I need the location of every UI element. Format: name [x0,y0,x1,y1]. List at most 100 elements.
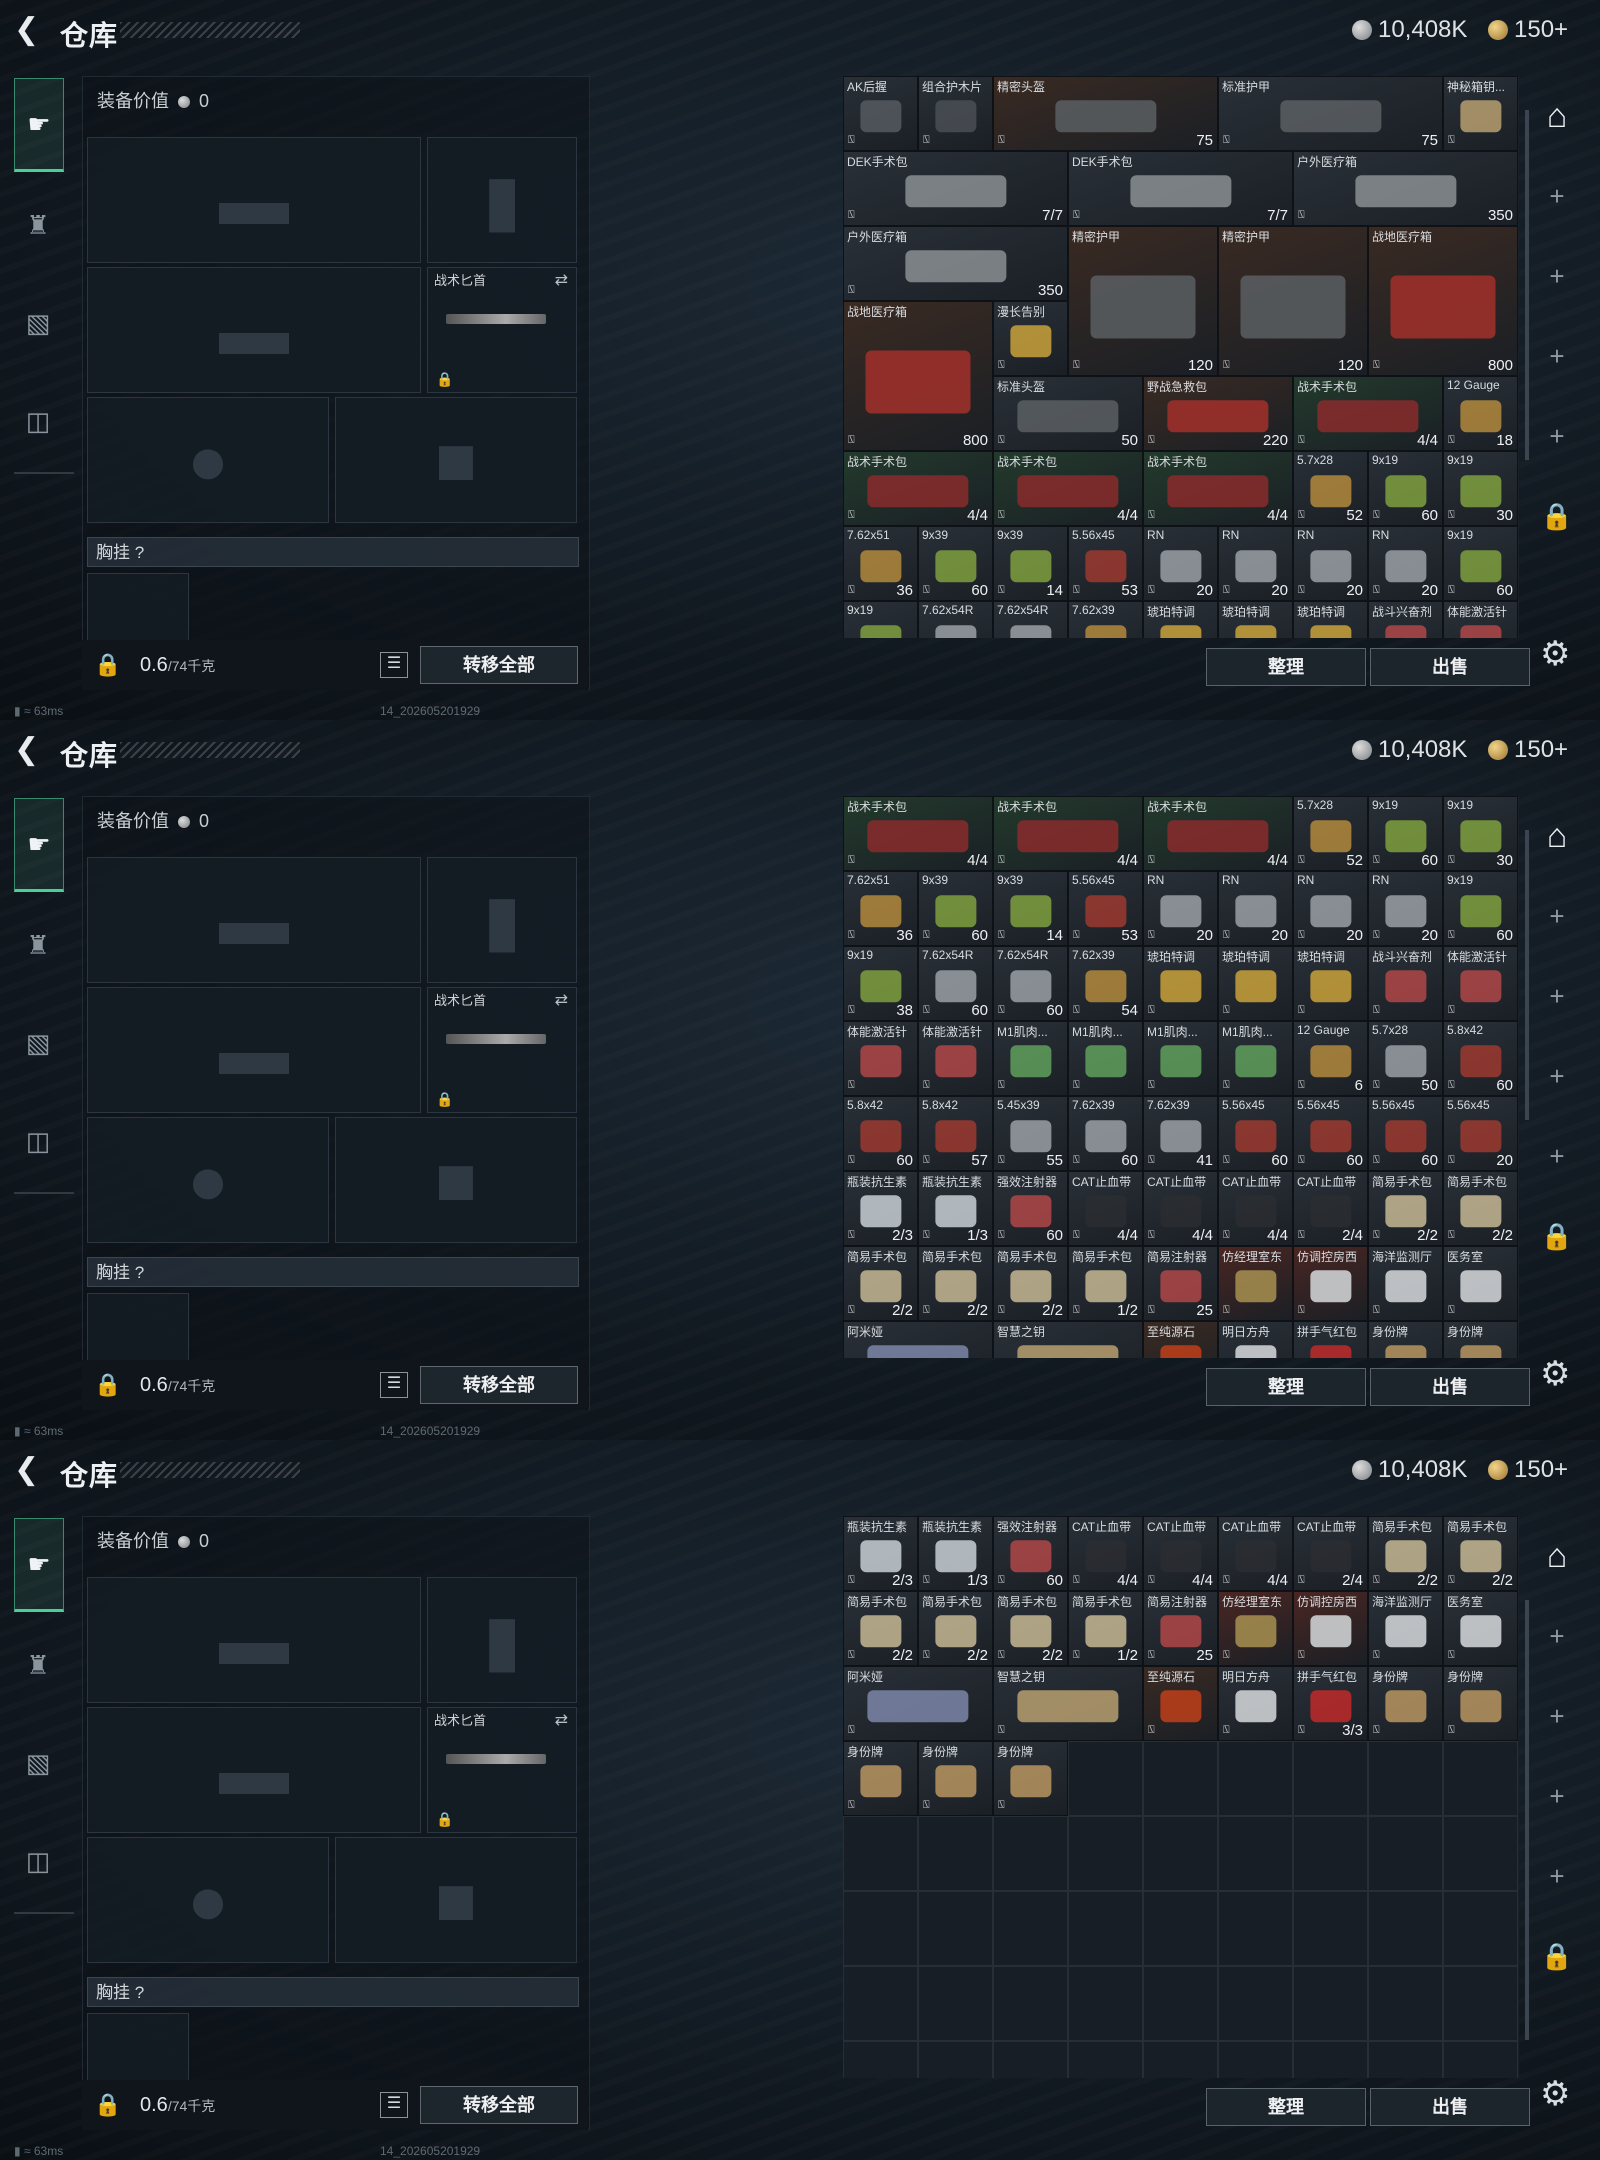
empty-slot[interactable] [918,1966,993,2041]
inventory-item[interactable]: 琥珀特调 ⍂ [1143,946,1218,1021]
inventory-item[interactable]: 拼手气红包 ⍂ 3/3 [1293,1666,1368,1741]
transfer-all-button[interactable]: 转移全部 [420,2086,578,2124]
warehouse-home-icon[interactable]: ⌂ [1535,1516,1579,1596]
inventory-item[interactable]: 简易手术包 ⍂ 1/2 [1068,1246,1143,1321]
vest-tab-icon[interactable]: ▧ [14,278,62,368]
list-icon[interactable]: ☰ [380,1372,408,1398]
inventory-item[interactable]: 瓶装抗生素 ⍂ 2/3 [843,1516,918,1591]
empty-slot[interactable] [843,1891,918,1966]
inventory-item[interactable]: 体能激活针⍂ [918,1021,993,1096]
lock-icon[interactable]: 🔒 [94,2092,121,2118]
inventory-item[interactable]: 医务室 ⍂ [1443,1246,1518,1321]
inventory-item[interactable]: 5.56x45 ⍂ 60 [1368,1096,1443,1171]
inventory-item[interactable]: 5.56x45 ⍂ 60 [1218,1096,1293,1171]
inventory-item[interactable]: AK后握 ⍂ [843,76,918,151]
transfer-all-button[interactable]: 转移全部 [420,1366,578,1404]
inventory-item[interactable]: 身份牌⍂ [1443,1666,1518,1741]
inventory-item[interactable]: DEK手术包 ⍂ 7/7 [1068,151,1293,226]
inventory-item[interactable]: 7.62x54R⍂ [993,601,1068,638]
chest-rig-slot[interactable] [87,2013,189,2085]
armor-tab-icon[interactable]: ♜ [14,1620,62,1710]
empty-slot[interactable] [1068,2041,1143,2078]
chest-rig-slot[interactable] [87,1293,189,1365]
empty-slot[interactable] [993,1966,1068,2041]
inventory-item[interactable]: 身份牌⍂ [1368,1321,1443,1358]
backpack-tab-icon[interactable]: ◫ [14,1096,62,1186]
empty-slot[interactable] [1218,1741,1293,1816]
sell-button[interactable]: 出售 [1370,648,1530,686]
inventory-item[interactable]: 7.62x54R⍂ [918,601,993,638]
weapon-tab-icon[interactable]: ☛ [14,1518,64,1612]
empty-slot[interactable] [1143,1891,1218,1966]
sell-button[interactable]: 出售 [1370,2088,1530,2126]
empty-slot[interactable] [1293,1816,1368,1891]
empty-slot[interactable] [918,1891,993,1966]
inventory-item[interactable]: 户外医疗箱 ⍂ 350 [843,226,1068,301]
inventory-item[interactable]: 战术手术包 ⍂ 4/4 [843,796,993,871]
gear-icon[interactable]: ⚙ [1540,2074,1570,2114]
armor-slot[interactable]: ■ [335,1837,577,1963]
inventory-item[interactable]: RN ⍂ 20 [1143,526,1218,601]
inventory-item[interactable]: 5.7x28 ⍂ 50 [1368,1021,1443,1096]
list-icon[interactable]: ☰ [380,2092,408,2118]
inventory-item[interactable]: 战术手术包 ⍂ 4/4 [1143,796,1293,871]
inventory-item[interactable]: 野战急救包 ⍂ 220 [1143,376,1293,451]
grid-scrollbar[interactable] [1525,830,1529,1120]
inventory-item[interactable]: 拼手气红包⍂ [1293,1321,1368,1358]
inventory-item[interactable]: 仿经理室东 ⍂ [1218,1591,1293,1666]
weapon-tab-icon[interactable]: ☛ [14,798,64,892]
grid-scrollbar[interactable] [1525,1600,1529,2040]
weapon-tab-icon[interactable]: ☛ [14,78,64,172]
inventory-item[interactable]: 明日方舟⍂ [1218,1321,1293,1358]
inventory-item[interactable]: 体能激活针⍂ [1443,601,1518,638]
inventory-item[interactable]: CAT止血带 ⍂ 4/4 [1068,1171,1143,1246]
inventory-item[interactable]: 仿经理室东 ⍂ [1218,1246,1293,1321]
empty-slot[interactable] [1068,1741,1143,1816]
inventory-item[interactable]: 9x19 ⍂ 38 [843,946,918,1021]
inventory-item[interactable]: 神秘箱钥... ⍂ [1443,76,1518,151]
secondary-weapon-slot[interactable]: ▬ [87,987,421,1113]
secondary-weapon-slot[interactable]: ▬ [87,1707,421,1833]
inventory-item[interactable]: 仿调控房西 ⍂ [1293,1591,1368,1666]
inventory-item[interactable]: 战地医疗箱 ⍂ 800 [1368,226,1518,376]
swap-icon[interactable]: ⇄ [555,270,568,290]
chest-rig-header[interactable]: 胸挂 ? [87,537,579,567]
gear-icon[interactable]: ⚙ [1540,634,1570,674]
empty-slot[interactable] [1443,1966,1518,2041]
helmet-slot[interactable]: ● [87,397,329,523]
inventory-item[interactable]: CAT止血带 ⍂ 2/4 [1293,1171,1368,1246]
inventory-item[interactable]: 身份牌⍂ [993,1741,1068,1816]
inventory-item[interactable]: 身份牌⍂ [843,1741,918,1816]
inventory-item[interactable]: 组合护木片 ⍂ [918,76,993,151]
inventory-item[interactable]: 9x19 ⍂ 60 [1443,526,1518,601]
inventory-item[interactable]: 至纯源石 ⍂ [1143,1666,1218,1741]
sort-button[interactable]: 整理 [1206,2088,1366,2126]
inventory-item[interactable]: 7.62x54R ⍂ 60 [993,946,1068,1021]
armor-slot[interactable]: ■ [335,1117,577,1243]
inventory-item[interactable]: 明日方舟⍂ [1218,1666,1293,1741]
inventory-item[interactable]: 9x39 ⍂ 14 [993,871,1068,946]
inventory-item[interactable]: M1肌肉... ⍂ [1143,1021,1218,1096]
inventory-item[interactable]: 12 Gauge ⍂ 18 [1443,376,1518,451]
armor-slot[interactable]: ■ [335,397,577,523]
inventory-item[interactable]: RN ⍂ 20 [1143,871,1218,946]
empty-slot[interactable] [918,1816,993,1891]
add-page-icon[interactable]: + [1535,1676,1579,1756]
vest-tab-icon[interactable]: ▧ [14,998,62,1088]
empty-slot[interactable] [1218,2041,1293,2078]
lock-icon[interactable]: 🔒 [1535,1196,1579,1276]
sort-button[interactable]: 整理 [1206,648,1366,686]
empty-slot[interactable] [1068,1816,1143,1891]
sort-button[interactable]: 整理 [1206,1368,1366,1406]
inventory-item[interactable]: 体能激活针⍂ [843,1021,918,1096]
helmet-slot[interactable]: ● [87,1837,329,1963]
inventory-item[interactable]: 7.62x51 ⍂ 36 [843,871,918,946]
add-page-icon[interactable]: + [1535,1756,1579,1836]
inventory-item[interactable]: 身份牌⍂ [1368,1666,1443,1741]
inventory-item[interactable]: 户外医疗箱 ⍂ 350 [1293,151,1518,226]
inventory-item[interactable]: CAT止血带 ⍂ 4/4 [1218,1516,1293,1591]
inventory-item[interactable]: 7.62x39 ⍂ 60 [1068,1096,1143,1171]
inventory-item[interactable]: 5.45x39 ⍂ 55 [993,1096,1068,1171]
inventory-item[interactable]: 仿调控房西 ⍂ [1293,1246,1368,1321]
inventory-item[interactable]: 强效注射器 ⍂ 60 [993,1171,1068,1246]
